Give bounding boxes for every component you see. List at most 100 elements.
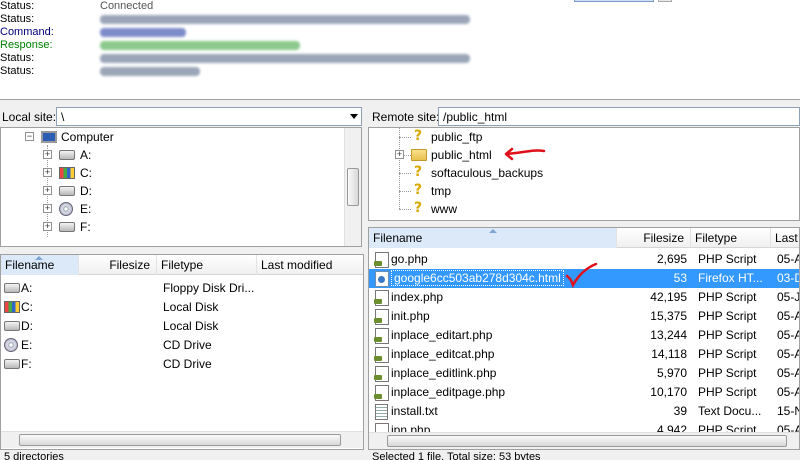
list-item[interactable]: E: CD Drive xyxy=(1,336,361,355)
tree-node-drive[interactable]: + D: xyxy=(1,182,341,200)
unknown-folder-icon: ? xyxy=(411,182,427,198)
tree-node-label: C: xyxy=(80,166,92,180)
tree-node-label: Computer xyxy=(61,130,114,144)
log-line-label: Command: xyxy=(0,26,54,38)
tree-node-drive[interactable]: + C: xyxy=(1,164,341,182)
file-modified: 05-Ja xyxy=(777,290,800,304)
list-item[interactable]: A: Floppy Disk Dri... xyxy=(1,279,361,298)
tree-node-drive[interactable]: + F: xyxy=(1,218,341,236)
remote-col-filetype[interactable]: Filetype xyxy=(691,228,771,248)
tree-node-drive[interactable]: + E: xyxy=(1,200,341,218)
file-type: Text Docu... xyxy=(698,404,762,418)
file-type: CD Drive xyxy=(163,338,212,352)
file-name: init.php xyxy=(391,307,615,326)
list-item[interactable]: D: Local Disk xyxy=(1,317,361,336)
remote-col-filesize[interactable]: Filesize xyxy=(617,228,691,248)
log-line-label: Status: xyxy=(0,65,35,77)
remote-list-header: Filename Filesize Filetype Last xyxy=(369,228,799,248)
floppy-drive-icon xyxy=(59,150,75,160)
toolbar-button-partial-2[interactable] xyxy=(658,0,672,2)
file-name: inplace_editpage.php xyxy=(391,383,615,402)
remote-list-horizontal-scrollbar[interactable] xyxy=(369,432,799,449)
message-log: Status: Connected Status: Command: Response:… xyxy=(0,0,800,100)
file-size: 5,970 xyxy=(656,366,687,380)
tree-node-tmp[interactable]: ? tmp xyxy=(369,182,789,200)
toolbar-button-partial[interactable] xyxy=(574,0,654,2)
unknown-folder-icon: ? xyxy=(411,128,427,144)
file-name: D: xyxy=(21,319,33,333)
php-file-icon xyxy=(374,366,389,382)
tree-node-label: public_html xyxy=(431,148,492,162)
remote-file-list: Filename Filesize Filetype Last go.php 2,… xyxy=(368,227,800,450)
file-name-text: index.php xyxy=(391,290,444,304)
table-row[interactable]: inplace_editart.php 13,244 PHP Script 05-A xyxy=(369,326,799,345)
file-name-text: inplace_editcat.php xyxy=(391,347,495,361)
tree-guide xyxy=(399,173,411,174)
unknown-folder-icon: ? xyxy=(411,200,427,216)
local-site-dropdown-icon[interactable] xyxy=(350,114,358,119)
remote-col-last-modified[interactable]: Last xyxy=(771,228,799,248)
file-type: PHP Script xyxy=(698,328,757,342)
file-size: 14,118 xyxy=(651,347,687,361)
remote-sort-up-icon xyxy=(489,229,497,233)
tree-node-public-html[interactable]: + public_html xyxy=(369,146,789,164)
table-row[interactable]: inplace_editcat.php 14,118 PHP Script 05-A xyxy=(369,345,799,364)
local-tree-vertical-scrollbar[interactable] xyxy=(344,128,361,246)
table-row[interactable]: inplace_editlink.php 5,970 PHP Script 05-A xyxy=(369,364,799,383)
expand-icon[interactable]: + xyxy=(43,204,52,213)
html-file-icon xyxy=(375,271,389,287)
expand-icon[interactable]: + xyxy=(43,222,52,231)
local-list-horizontal-scrollbar[interactable] xyxy=(1,431,363,448)
tree-node-www[interactable]: ? www xyxy=(369,200,789,218)
log-line-message: Connected xyxy=(100,0,154,12)
log-line-label: Status: xyxy=(0,13,35,25)
file-modified: 05-A xyxy=(777,309,800,323)
expand-icon[interactable]: + xyxy=(395,150,404,159)
file-type: PHP Script xyxy=(698,290,757,304)
log-line: Status: xyxy=(0,13,800,26)
file-name-text: install.txt xyxy=(391,404,438,418)
tree-guide xyxy=(399,209,411,210)
tree-node-label: D: xyxy=(80,184,92,198)
remote-site-input[interactable]: /public_html xyxy=(438,107,800,126)
table-row[interactable]: inplace_editpage.php 10,170 PHP Script 05-A xyxy=(369,383,799,402)
local-tree-scroll-thumb[interactable] xyxy=(347,168,359,206)
list-item[interactable]: C: Local Disk xyxy=(1,298,361,317)
log-line-message xyxy=(100,65,200,80)
tree-node-public-ftp[interactable]: ? public_ftp xyxy=(369,128,789,146)
file-name-text: go.php xyxy=(391,252,428,266)
tree-node-drive[interactable]: + A: xyxy=(1,146,341,164)
tree-node-label: F: xyxy=(80,220,91,234)
local-col-filetype[interactable]: Filetype xyxy=(157,255,257,275)
list-item[interactable]: F: CD Drive xyxy=(1,355,361,374)
file-name: A: xyxy=(21,281,33,295)
expand-icon[interactable]: + xyxy=(43,186,52,195)
local-col-last-modified[interactable]: Last modified xyxy=(257,255,363,275)
file-type: Firefox HT... xyxy=(698,271,763,285)
table-row[interactable]: index.php 42,195 PHP Script 05-Ja xyxy=(369,288,800,307)
file-size: 53 xyxy=(673,271,687,285)
tree-node-softaculous-backups[interactable]: ? softaculous_backups xyxy=(369,164,789,182)
tree-node-label: softaculous_backups xyxy=(431,166,544,180)
expand-icon[interactable]: + xyxy=(43,168,52,177)
folder-icon xyxy=(411,149,427,161)
expand-icon[interactable]: + xyxy=(43,150,52,159)
annotation-arrow-icon xyxy=(504,147,546,161)
local-site-input[interactable]: \ xyxy=(56,107,362,126)
text-file-icon xyxy=(375,404,388,420)
remote-site-label: Remote site: xyxy=(372,110,440,124)
local-col-filesize[interactable]: Filesize xyxy=(79,255,157,275)
remote-site-value: /public_html xyxy=(443,110,508,124)
hard-drive-icon xyxy=(59,186,75,196)
collapse-icon[interactable]: − xyxy=(25,132,34,141)
php-file-icon xyxy=(374,290,389,306)
windows-disk-icon xyxy=(4,301,20,313)
local-list-scroll-thumb[interactable] xyxy=(19,434,341,446)
remote-status-bar: Selected 1 file. Total size: 53 bytes xyxy=(372,450,800,460)
tree-node-computer[interactable]: − Computer xyxy=(1,128,341,146)
table-row[interactable]: init.php 15,375 PHP Script 05-A xyxy=(369,307,800,326)
remote-list-scroll-thumb[interactable] xyxy=(387,435,787,447)
table-row[interactable]: install.txt 39 Text Docu... 15-N xyxy=(369,402,799,421)
local-list-header: Filename Filesize Filetype Last modified xyxy=(1,255,363,275)
local-directory-tree: − Computer + A: + C: + D: + E: + F: xyxy=(0,127,362,247)
